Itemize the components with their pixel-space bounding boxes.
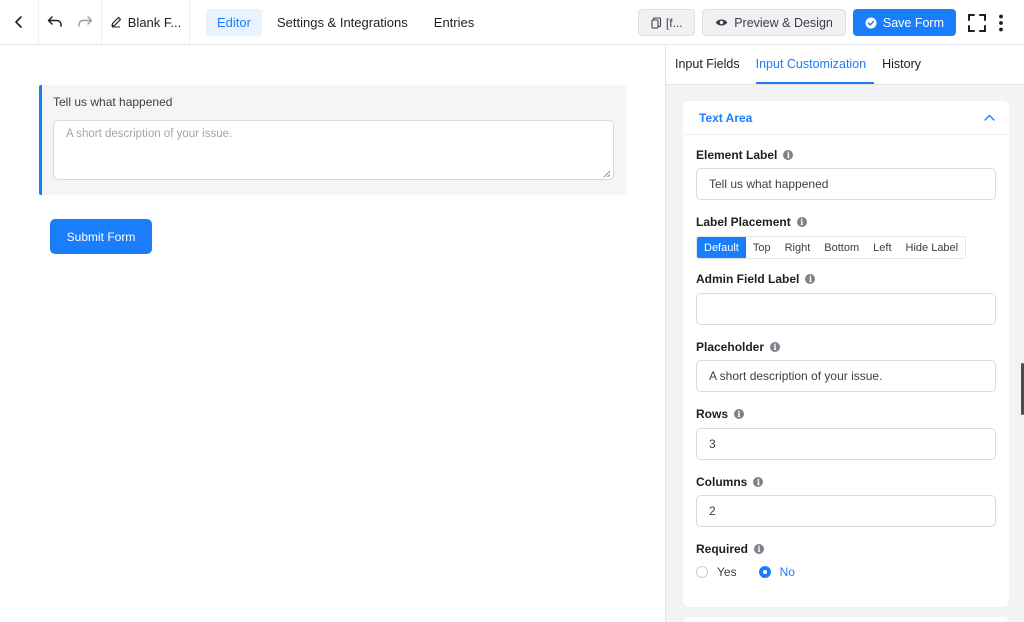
element-label-text: Element Label — [696, 148, 778, 162]
text-area-settings-card: Text Area Element Label i Tell us what h… — [683, 101, 1009, 607]
nav-settings-integrations[interactable]: Settings & Integrations — [266, 9, 419, 36]
save-form-button[interactable]: Save Form — [852, 9, 956, 36]
required-heading: Required i — [696, 542, 765, 556]
columns-heading: Columns i — [696, 475, 764, 489]
preview-design-button[interactable]: Preview & Design — [702, 9, 846, 36]
info-icon[interactable]: i — [770, 342, 781, 352]
copy-icon — [651, 16, 662, 29]
tab-input-customization[interactable]: Input Customization — [755, 45, 875, 84]
rows-text: Rows — [696, 407, 729, 421]
radio-checked-icon[interactable] — [758, 566, 771, 578]
placeholder-heading: Placeholder i — [696, 340, 781, 354]
rows-input[interactable]: 3 — [696, 428, 996, 460]
nav-editor[interactable]: Editor — [206, 8, 262, 36]
settings-panel: Input Fields Input Customization History… — [665, 45, 1024, 622]
top-toolbar: Blank F... Editor Settings & Integration… — [0, 0, 1024, 45]
field-label: Tell us what happened — [53, 95, 173, 109]
radio-unchecked-icon[interactable] — [696, 566, 708, 578]
label-placement-heading: Label Placement i — [696, 215, 807, 229]
textarea-preview[interactable]: A short description of your issue. — [53, 120, 614, 180]
required-option-no[interactable]: No — [758, 565, 795, 579]
save-form-label: Save Form — [882, 15, 944, 30]
redo-icon[interactable] — [77, 16, 93, 28]
rows-heading: Rows i — [696, 407, 745, 421]
resize-handle-icon[interactable] — [603, 169, 611, 178]
submit-form-button[interactable]: Submit Form — [50, 219, 152, 254]
shortcode-text: [f... — [665, 15, 683, 30]
eye-icon — [715, 18, 728, 27]
section-title: Text Area — [699, 110, 753, 125]
required-option-yes[interactable]: Yes — [696, 565, 737, 579]
next-settings-card — [683, 617, 1009, 622]
placement-option-hide-label[interactable]: Hide Label — [898, 237, 966, 258]
tab-input-fields[interactable]: Input Fields — [675, 45, 748, 84]
info-icon[interactable]: i — [753, 477, 764, 487]
placement-option-right[interactable]: Right — [777, 237, 818, 258]
chevron-up-icon[interactable] — [984, 114, 995, 121]
info-icon[interactable]: i — [754, 544, 765, 554]
label-placement-text: Label Placement — [696, 215, 791, 229]
form-canvas: Tell us what happened A short descriptio… — [0, 45, 665, 622]
preview-design-label: Preview & Design — [734, 15, 833, 30]
required-text: Required — [696, 542, 749, 556]
element-label-heading: Element Label i — [696, 148, 794, 162]
info-icon[interactable]: i — [805, 274, 816, 284]
more-vertical-icon[interactable] — [994, 12, 1008, 34]
textarea-field-block[interactable]: Tell us what happened A short descriptio… — [39, 85, 626, 195]
element-label-input[interactable]: Tell us what happened — [696, 168, 996, 200]
info-icon[interactable]: i — [796, 217, 807, 227]
check-circle-icon — [865, 17, 877, 29]
label-placement-selector: Default Top Right Bottom Left Hide Label — [696, 236, 967, 259]
back-button[interactable] — [0, 0, 39, 45]
required-yes-label: Yes — [717, 565, 737, 579]
admin-field-label-text: Admin Field Label — [696, 272, 800, 286]
pencil-icon — [110, 16, 122, 28]
placement-option-top[interactable]: Top — [745, 237, 778, 258]
columns-text: Columns — [696, 475, 748, 489]
info-icon[interactable]: i — [734, 409, 745, 419]
panel-tabs: Input Fields Input Customization History — [666, 45, 1024, 85]
shortcode-button[interactable]: [f... — [638, 9, 696, 36]
section-header[interactable]: Text Area — [683, 101, 1009, 135]
toolbar-actions: [f... Preview & Design Save Form — [638, 0, 1024, 45]
admin-field-label-input[interactable] — [696, 293, 996, 325]
main-nav: Editor Settings & Integrations Entries — [206, 8, 485, 36]
admin-field-label-heading: Admin Field Label i — [696, 272, 816, 286]
placement-option-bottom[interactable]: Bottom — [817, 237, 867, 258]
placeholder-input[interactable]: A short description of your issue. — [696, 360, 996, 392]
fullscreen-icon[interactable] — [966, 12, 988, 34]
info-icon[interactable]: i — [783, 150, 794, 160]
form-title-text: Blank F... — [127, 14, 182, 30]
undo-icon[interactable] — [47, 16, 63, 28]
placeholder-text: Placeholder — [696, 340, 765, 354]
tab-history[interactable]: History — [882, 45, 929, 84]
columns-input[interactable]: 2 — [696, 495, 996, 527]
nav-entries[interactable]: Entries — [423, 9, 485, 36]
chevron-left-icon — [14, 16, 24, 28]
textarea-placeholder: A short description of your issue. — [66, 128, 233, 140]
form-title[interactable]: Blank F... — [102, 0, 190, 45]
history-controls — [39, 0, 102, 45]
required-no-label: No — [779, 565, 795, 579]
required-radio-group: Yes No — [696, 565, 795, 579]
placement-option-left[interactable]: Left — [866, 237, 899, 258]
placement-option-default[interactable]: Default — [697, 237, 746, 258]
